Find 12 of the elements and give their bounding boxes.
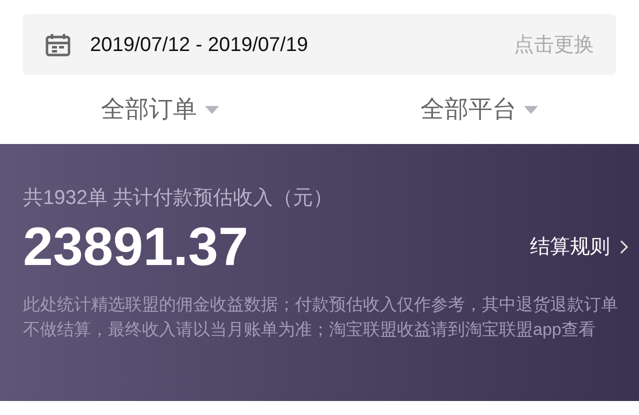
calendar-icon — [45, 32, 71, 56]
rules-link[interactable]: 结算规则 — [530, 232, 628, 262]
chevron-right-icon — [620, 240, 628, 254]
date-range-value: 2019/07/12 - 2019/07/19 — [90, 32, 308, 58]
filter-dropdown[interactable]: 全部订单 — [100, 92, 219, 128]
caret-down-icon — [204, 106, 219, 114]
filter-dropdown[interactable]: 全部平台 — [420, 92, 538, 128]
income-amount: 23891.37 — [23, 216, 248, 279]
disclaimer-text: 此处统计精选联盟的佣金收益数据；付款预估收入仅作参考，其中退货退款订单不做结算，最终收入请以当月账单为准；淘宝联盟收益请到淘宝联盟app查看 — [23, 294, 619, 341]
summary-caption: 共1932单 共计付款预估收入（元） — [23, 186, 334, 211]
caret-down-icon — [524, 106, 538, 114]
date-range-field[interactable]: 2019/07/12 - 2019/07/19 点击更换 — [23, 14, 616, 75]
